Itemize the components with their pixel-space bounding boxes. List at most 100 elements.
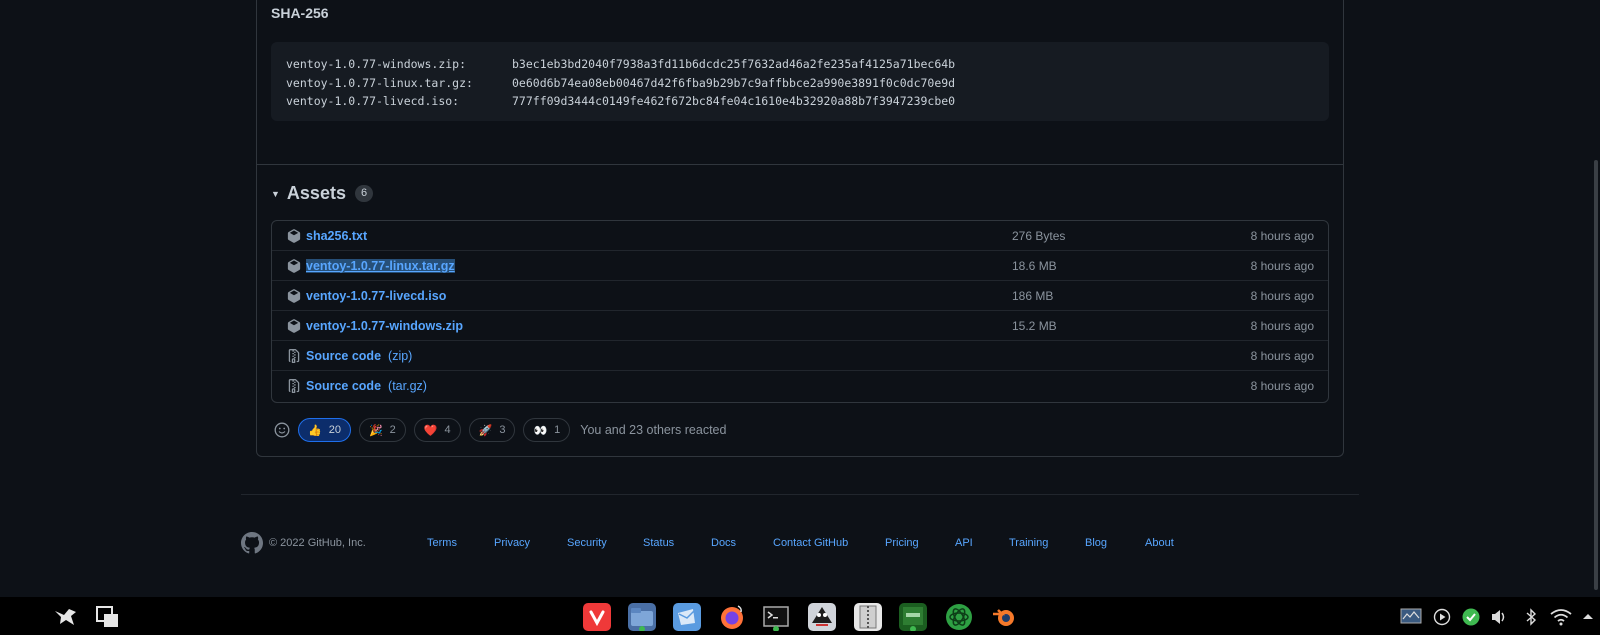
reactions-bar: 👍 20 🎉 2 ❤️ 4 🚀 3 👀 1 You and 23 others … bbox=[271, 418, 726, 442]
tada-icon: 🎉 bbox=[368, 424, 383, 437]
taskbar bbox=[0, 597, 1600, 635]
sha-hash: 777ff09d3444c0149fe462f672bc84fe04c1610e… bbox=[512, 94, 956, 108]
reaction-count: 2 bbox=[389, 424, 396, 436]
footer-link-privacy[interactable]: Privacy bbox=[494, 537, 530, 549]
file-zip-icon bbox=[287, 378, 303, 394]
asset-size: 186 MB bbox=[1012, 288, 1054, 303]
asset-row: Source code (tar.gz) 8 hours ago bbox=[272, 371, 1328, 401]
vivaldi-icon[interactable] bbox=[583, 603, 611, 631]
reaction-count: 20 bbox=[328, 424, 341, 436]
asset-time: 8 hours ago bbox=[1250, 318, 1314, 333]
footer-link-security[interactable]: Security bbox=[567, 537, 607, 549]
assets-header[interactable]: ▼ Assets 6 bbox=[271, 183, 374, 204]
footer-link-api[interactable]: API bbox=[955, 537, 973, 549]
asset-size: 15.2 MB bbox=[1012, 318, 1057, 333]
asset-row: ventoy-1.0.77-windows.zip 15.2 MB 8 hour… bbox=[272, 311, 1328, 341]
terminal-icon[interactable] bbox=[762, 603, 790, 632]
asset-row: ventoy-1.0.77-linux.tar.gz 18.6 MB 8 hou… bbox=[272, 251, 1328, 281]
expand-tray-icon[interactable] bbox=[1581, 608, 1595, 626]
release-card: SHA-256 ventoy-1.0.77-windows.zip: b3ec1… bbox=[256, 0, 1344, 457]
asset-link[interactable]: Source code bbox=[306, 379, 381, 393]
reactions-summary: You and 23 others reacted bbox=[580, 423, 727, 437]
footer-link-terms[interactable]: Terms bbox=[427, 537, 457, 549]
package-icon bbox=[287, 288, 303, 304]
thumbs-up-icon: 👍 bbox=[308, 424, 322, 437]
check-icon[interactable] bbox=[1462, 608, 1480, 626]
wifi-icon[interactable] bbox=[1550, 608, 1572, 626]
asset-time: 8 hours ago bbox=[1250, 348, 1314, 363]
sha-title: SHA-256 bbox=[271, 5, 329, 21]
reaction-count: 1 bbox=[554, 424, 561, 436]
asset-row: Source code (zip) 8 hours ago bbox=[272, 341, 1328, 371]
asset-format[interactable]: (zip) bbox=[388, 349, 412, 363]
asset-size: 276 Bytes bbox=[1012, 228, 1066, 243]
asset-link[interactable]: Source code bbox=[306, 349, 381, 363]
asset-row: sha256.txt 276 Bytes 8 hours ago bbox=[272, 221, 1328, 251]
sha-code-block: ventoy-1.0.77-windows.zip: b3ec1eb3bd204… bbox=[271, 42, 1329, 121]
launcher-icon[interactable] bbox=[52, 603, 80, 631]
mail-icon[interactable] bbox=[673, 603, 701, 631]
footer-links: Terms Privacy Security Status Docs Conta… bbox=[0, 532, 1600, 552]
section-divider bbox=[257, 164, 1343, 165]
assets-count-badge: 6 bbox=[354, 185, 374, 202]
assets-list: sha256.txt 276 Bytes 8 hours ago ventoy-… bbox=[271, 220, 1329, 403]
footer-link-status[interactable]: Status bbox=[643, 537, 674, 549]
reaction-eyes[interactable]: 👀 1 bbox=[523, 418, 571, 442]
sha-hash: 0e60d6b74ea08eb00467d42f6fba9b29b7c9affb… bbox=[512, 75, 956, 90]
sha-file: ventoy-1.0.77-windows.zip: bbox=[286, 57, 467, 71]
sheets-icon[interactable] bbox=[899, 603, 927, 632]
inkscape-icon[interactable] bbox=[808, 603, 836, 631]
package-icon bbox=[287, 258, 303, 274]
reaction-heart[interactable]: ❤️ 4 bbox=[413, 418, 461, 442]
package-icon bbox=[287, 318, 303, 334]
asset-time: 8 hours ago bbox=[1250, 288, 1314, 303]
blender-icon[interactable] bbox=[990, 603, 1018, 631]
footer-link-pricing[interactable]: Pricing bbox=[885, 537, 919, 549]
window-switcher-icon[interactable] bbox=[94, 603, 122, 631]
asset-time: 8 hours ago bbox=[1250, 258, 1314, 273]
smiley-icon[interactable] bbox=[271, 419, 293, 441]
sha-line: ventoy-1.0.77-livecd.iso: 777ff09d3444c0… bbox=[286, 92, 1314, 111]
footer-link-training[interactable]: Training bbox=[1009, 537, 1048, 549]
asset-link[interactable]: sha256.txt bbox=[306, 229, 367, 243]
sha-file: ventoy-1.0.77-livecd.iso: bbox=[286, 94, 460, 108]
footer-link-blog[interactable]: Blog bbox=[1085, 537, 1107, 549]
asset-time: 8 hours ago bbox=[1250, 379, 1314, 393]
asset-format[interactable]: (tar.gz) bbox=[388, 379, 427, 393]
eyes-icon: 👀 bbox=[533, 424, 548, 437]
asset-link[interactable]: ventoy-1.0.77-linux.tar.gz bbox=[306, 258, 455, 273]
bluetooth-icon[interactable] bbox=[1522, 608, 1540, 626]
sha-hash: b3ec1eb3bd2040f7938a3fd11b6dcdc25f7632ad… bbox=[512, 57, 956, 71]
media-play-icon[interactable] bbox=[1433, 608, 1451, 626]
atom-icon[interactable] bbox=[945, 603, 973, 631]
rocket-icon: 🚀 bbox=[478, 424, 493, 437]
reaction-count: 3 bbox=[499, 424, 506, 436]
asset-row: ventoy-1.0.77-livecd.iso 186 MB 8 hours … bbox=[272, 281, 1328, 311]
package-icon bbox=[287, 228, 303, 244]
volume-icon[interactable] bbox=[1490, 608, 1508, 626]
firefox-icon[interactable] bbox=[718, 603, 746, 631]
sha-line: ventoy-1.0.77-windows.zip: b3ec1eb3bd204… bbox=[286, 55, 1314, 74]
assets-title[interactable]: Assets bbox=[287, 183, 346, 204]
caret-down-icon[interactable]: ▼ bbox=[271, 189, 280, 199]
footer-divider bbox=[241, 494, 1359, 495]
reaction-count: 4 bbox=[444, 424, 451, 436]
sha-file: ventoy-1.0.77-linux.tar.gz: bbox=[286, 75, 473, 90]
reaction-thumbs-up[interactable]: 👍 20 bbox=[298, 418, 351, 442]
asset-time: 8 hours ago bbox=[1250, 228, 1314, 243]
footer-link-contact[interactable]: Contact GitHub bbox=[773, 537, 848, 549]
footer-link-about[interactable]: About bbox=[1145, 537, 1174, 549]
reaction-rocket[interactable]: 🚀 3 bbox=[468, 418, 516, 442]
asset-link[interactable]: ventoy-1.0.77-windows.zip bbox=[306, 319, 463, 333]
reaction-tada[interactable]: 🎉 2 bbox=[358, 418, 406, 442]
sha-line: ventoy-1.0.77-linux.tar.gz: 0e60d6b74ea0… bbox=[286, 74, 1314, 93]
heart-icon: ❤️ bbox=[423, 424, 438, 437]
files-icon[interactable] bbox=[628, 603, 656, 632]
page-scrollbar[interactable] bbox=[1594, 160, 1598, 590]
asset-size: 18.6 MB bbox=[1012, 258, 1057, 273]
footer-link-docs[interactable]: Docs bbox=[711, 537, 736, 549]
archive-icon[interactable] bbox=[854, 603, 882, 631]
asset-link[interactable]: ventoy-1.0.77-livecd.iso bbox=[306, 289, 446, 303]
file-zip-icon bbox=[287, 348, 303, 364]
monitor-icon[interactable] bbox=[1400, 608, 1422, 626]
